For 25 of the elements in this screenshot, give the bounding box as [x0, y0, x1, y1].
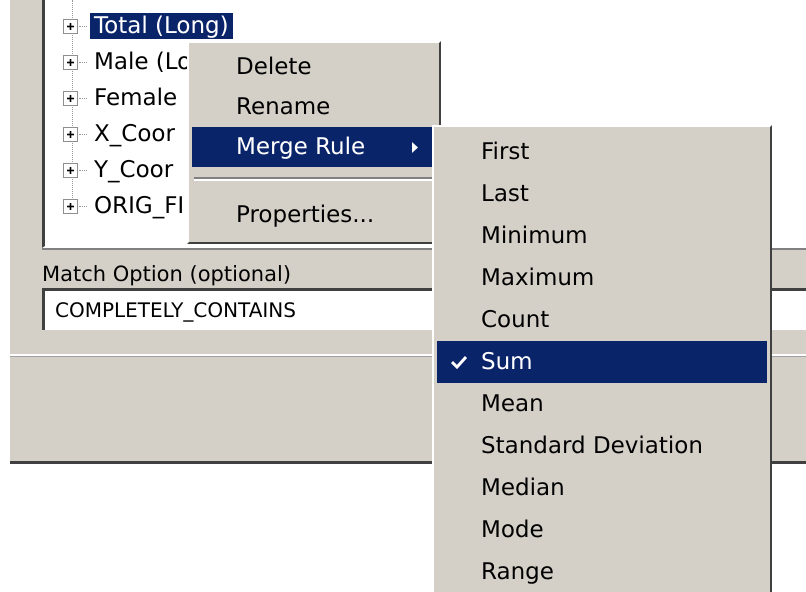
expand-icon[interactable] — [63, 126, 78, 142]
menu-item[interactable]: Properties... — [192, 195, 436, 235]
menu-item[interactable]: Rename — [192, 87, 436, 127]
menu-item[interactable]: Sum — [437, 341, 767, 383]
menu-item[interactable]: Mean — [437, 383, 767, 425]
menu-item[interactable]: First — [437, 131, 767, 173]
expand-icon[interactable] — [63, 54, 78, 70]
menu-item[interactable]: Median — [437, 467, 767, 509]
expand-icon[interactable] — [63, 198, 78, 214]
menu-item[interactable]: Standard Deviation — [437, 425, 767, 467]
expand-icon[interactable] — [63, 90, 78, 106]
menu-item[interactable]: Range — [437, 551, 767, 592]
tree-item[interactable]: Female — [90, 85, 182, 111]
menu-item[interactable]: Minimum — [437, 215, 767, 257]
expand-icon[interactable] — [63, 162, 78, 178]
tree-item[interactable]: Total (Long) — [90, 13, 233, 39]
submenu-arrow-icon — [412, 142, 418, 152]
menu-item[interactable]: Last — [437, 173, 767, 215]
menu-item[interactable]: Delete — [192, 47, 436, 87]
tree-item[interactable]: X_Coor — [90, 121, 179, 147]
menu-item[interactable]: Mode — [437, 509, 767, 551]
field-label: Match Option (optional) — [42, 261, 292, 288]
tree-item[interactable]: Y_Coor — [90, 157, 178, 183]
expand-icon[interactable] — [63, 18, 78, 34]
tree-item[interactable]: ORIG_FI — [90, 193, 188, 219]
